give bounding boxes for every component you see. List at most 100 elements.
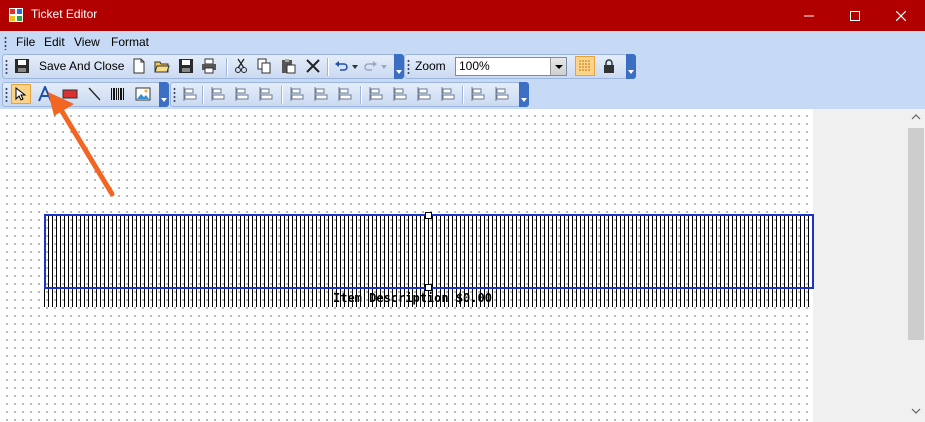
center-vertical-icon — [441, 87, 455, 101]
align-left-button[interactable] — [208, 84, 228, 104]
separator — [360, 86, 362, 104]
paste-button[interactable] — [278, 56, 298, 76]
selected-band-outline[interactable] — [44, 214, 814, 289]
title-bar: Ticket Editor — [0, 0, 925, 31]
redo-button[interactable] — [360, 56, 380, 76]
align-center-button[interactable] — [232, 84, 252, 104]
save-icon — [15, 59, 29, 73]
grid-icon — [579, 60, 590, 71]
zoom-value: 100% — [459, 59, 490, 73]
print-icon — [202, 58, 216, 74]
new-document-icon — [133, 58, 145, 74]
same-width-button[interactable] — [366, 84, 386, 104]
save-and-close-button[interactable] — [12, 56, 32, 76]
resize-handle-bottom[interactable] — [425, 284, 432, 291]
cut-icon — [235, 58, 247, 73]
pointer-icon — [15, 87, 27, 101]
separator — [327, 58, 329, 76]
send-to-back-button[interactable] — [492, 84, 512, 104]
zoom-grip[interactable] — [407, 59, 410, 74]
annotation-arrow — [48, 92, 115, 197]
alignment-grip[interactable] — [173, 87, 176, 102]
align-top-button[interactable] — [287, 84, 307, 104]
copy-icon — [257, 58, 271, 74]
save-disk-icon — [179, 59, 193, 73]
print-button[interactable] — [199, 56, 219, 76]
align-bottom-icon — [338, 87, 352, 101]
center-vertical-button[interactable] — [438, 84, 458, 104]
undo-icon — [335, 61, 348, 71]
maximize-icon — [850, 10, 860, 21]
snap-to-grid-button[interactable] — [180, 84, 200, 104]
alignment-toolstrip-overflow[interactable] — [519, 82, 529, 107]
separator — [226, 58, 228, 76]
grid-toggle-button[interactable] — [575, 56, 595, 76]
align-left-icon — [211, 87, 225, 101]
menu-format[interactable]: Format — [111, 35, 149, 49]
save-button[interactable] — [176, 56, 196, 76]
align-right-icon — [259, 87, 273, 101]
new-button[interactable] — [129, 56, 149, 76]
bring-to-front-button[interactable] — [468, 84, 488, 104]
close-icon — [896, 10, 906, 21]
zoom-dropdown-icon[interactable] — [550, 58, 566, 75]
align-middle-icon — [314, 87, 328, 101]
resize-handle-top[interactable] — [425, 212, 432, 219]
drawing-grip[interactable] — [5, 87, 8, 102]
menu-edit[interactable]: Edit — [44, 35, 65, 49]
center-horizontal-button[interactable] — [414, 84, 434, 104]
zoom-toolstrip-overflow[interactable] — [626, 54, 636, 79]
bring-to-front-icon — [471, 87, 485, 101]
maximize-button[interactable] — [832, 0, 878, 31]
separator — [281, 86, 283, 104]
same-width-icon — [369, 87, 383, 101]
cut-button[interactable] — [231, 56, 251, 76]
scroll-up-icon[interactable] — [911, 113, 921, 120]
separator — [202, 86, 204, 104]
menu-file[interactable]: File — [16, 35, 35, 49]
main-toolstrip-overflow[interactable] — [394, 54, 404, 79]
delete-icon — [306, 59, 320, 73]
drawing-toolstrip-overflow[interactable] — [159, 82, 169, 107]
scrollbar-thumb[interactable] — [908, 128, 924, 340]
app-icon — [9, 8, 23, 22]
delete-button[interactable] — [303, 56, 323, 76]
redo-dropdown-icon[interactable] — [381, 65, 387, 69]
paste-icon — [282, 59, 296, 74]
lock-icon — [604, 59, 614, 73]
center-horizontal-icon — [417, 87, 431, 101]
undo-button[interactable] — [332, 56, 352, 76]
open-button[interactable] — [152, 56, 172, 76]
canvas-margin — [813, 109, 907, 422]
pointer-tool-button[interactable] — [11, 84, 31, 104]
snap-to-grid-icon — [183, 87, 197, 101]
menu-grip[interactable] — [4, 36, 7, 50]
send-to-back-icon — [495, 87, 509, 101]
toolstrip-grip[interactable] — [5, 59, 8, 74]
same-height-icon — [393, 87, 407, 101]
item-description-text[interactable]: Item Description $0.00 — [333, 291, 492, 305]
scroll-down-icon[interactable] — [911, 408, 921, 415]
lock-button[interactable] — [599, 56, 619, 76]
undo-dropdown-icon[interactable] — [352, 65, 358, 69]
zoom-label: Zoom — [415, 59, 446, 73]
align-right-button[interactable] — [256, 84, 276, 104]
align-bottom-button[interactable] — [335, 84, 355, 104]
copy-button[interactable] — [254, 56, 274, 76]
image-tool-button[interactable] — [133, 84, 153, 104]
close-button[interactable] — [878, 0, 924, 31]
separator — [462, 86, 464, 104]
menu-view[interactable]: View — [74, 35, 100, 49]
minimize-icon — [804, 15, 814, 16]
minimize-button[interactable] — [786, 0, 832, 31]
redo-icon — [364, 61, 377, 71]
zoom-select[interactable]: 100% — [455, 57, 567, 76]
align-middle-button[interactable] — [311, 84, 331, 104]
open-folder-icon — [154, 61, 170, 73]
window-title: Ticket Editor — [31, 7, 98, 21]
same-height-button[interactable] — [390, 84, 410, 104]
align-center-icon — [235, 87, 249, 101]
image-icon — [135, 87, 151, 101]
align-top-icon — [290, 87, 304, 101]
save-and-close-label[interactable]: Save And Close — [39, 59, 124, 73]
